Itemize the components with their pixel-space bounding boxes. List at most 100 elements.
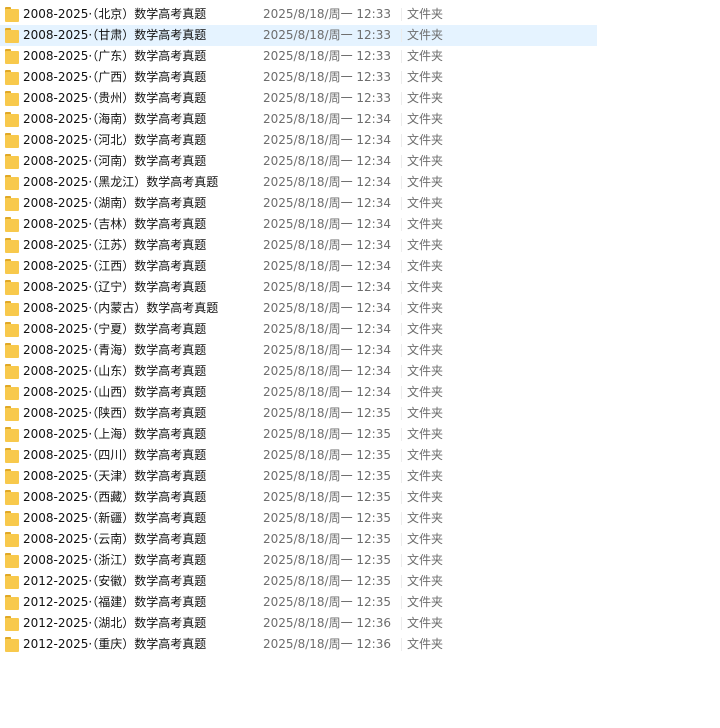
folder-row[interactable]: 2008-2025·（山西）数学高考真题 2025/8/18/周一 12:34 文件… (0, 382, 597, 403)
folder-row[interactable]: 2008-2025·（湖南）数学高考真题 2025/8/18/周一 12:34 文件… (0, 193, 597, 214)
folder-name[interactable]: 2008-2025·（西藏）数学高考真题 (23, 487, 206, 508)
folder-row[interactable]: 2008-2025·（新疆）数学高考真题 2025/8/18/周一 12:35 文件… (0, 508, 597, 529)
folder-icon (5, 154, 19, 169)
modified-date: 2025/8/18/周一 12:35 (263, 574, 391, 588)
folder-name[interactable]: 2012-2025·（安徽）数学高考真题 (23, 571, 206, 592)
folder-row[interactable]: 2008-2025·（四川）数学高考真题 2025/8/18/周一 12:35 文件… (0, 445, 597, 466)
folder-row[interactable]: 2008-2025·（北京）数学高考真题 2025/8/18/周一 12:33 文件… (0, 4, 597, 25)
folder-name[interactable]: 2008-2025·（青海）数学高考真题 (23, 340, 206, 361)
folder-name[interactable]: 2008-2025·（贵州）数学高考真题 (23, 88, 206, 109)
file-type: 文件夹 (407, 91, 444, 105)
folder-name[interactable]: 2008-2025·（四川）数学高考真题 (23, 445, 206, 466)
file-type: 文件夹 (407, 133, 444, 147)
folder-name[interactable]: 2008-2025·（宁夏）数学高考真题 (23, 319, 206, 340)
file-type: 文件夹 (407, 196, 444, 210)
folder-row[interactable]: 2008-2025·（陕西）数学高考真题 2025/8/18/周一 12:35 文件… (0, 403, 597, 424)
column-divider (401, 218, 402, 231)
column-divider (401, 386, 402, 399)
folder-name[interactable]: 2008-2025·（陕西）数学高考真题 (23, 403, 206, 424)
folder-name[interactable]: 2008-2025·（江苏）数学高考真题 (23, 235, 206, 256)
folder-row[interactable]: 2008-2025·（西藏）数学高考真题 2025/8/18/周一 12:35 文件… (0, 487, 597, 508)
folder-name[interactable]: 2008-2025·（广西）数学高考真题 (23, 67, 206, 88)
folder-name[interactable]: 2008-2025·（浙江）数学高考真题 (23, 550, 206, 571)
modified-date: 2025/8/18/周一 12:34 (263, 301, 391, 315)
folder-name[interactable]: 2008-2025·（山西）数学高考真题 (23, 382, 206, 403)
modified-date: 2025/8/18/周一 12:33 (263, 28, 391, 42)
modified-date: 2025/8/18/周一 12:35 (263, 532, 391, 546)
folder-name[interactable]: 2008-2025·（辽宁）数学高考真题 (23, 277, 206, 298)
folder-name[interactable]: 2008-2025·（北京）数学高考真题 (23, 4, 206, 25)
folder-row[interactable]: 2008-2025·（黑龙江）数学高考真题 2025/8/18/周一 12:34 文… (0, 172, 597, 193)
folder-name[interactable]: 2008-2025·（吉林）数学高考真题 (23, 214, 206, 235)
column-divider (401, 554, 402, 567)
folder-icon (5, 364, 19, 379)
folder-name[interactable]: 2008-2025·（湖南）数学高考真题 (23, 193, 206, 214)
folder-icon (5, 217, 19, 232)
modified-date: 2025/8/18/周一 12:35 (263, 469, 391, 483)
folder-row[interactable]: 2008-2025·（江西）数学高考真题 2025/8/18/周一 12:34 文件… (0, 256, 597, 277)
column-divider (401, 302, 402, 315)
file-type: 文件夹 (407, 7, 444, 21)
folder-icon (5, 70, 19, 85)
folder-name[interactable]: 2008-2025·（河南）数学高考真题 (23, 151, 206, 172)
modified-date: 2025/8/18/周一 12:34 (263, 259, 391, 273)
folder-row[interactable]: 2008-2025·（广西）数学高考真题 2025/8/18/周一 12:33 文件… (0, 67, 597, 88)
modified-date: 2025/8/18/周一 12:34 (263, 280, 391, 294)
file-type: 文件夹 (407, 511, 444, 525)
folder-row[interactable]: 2008-2025·（吉林）数学高考真题 2025/8/18/周一 12:34 文件… (0, 214, 597, 235)
folder-row[interactable]: 2008-2025·（内蒙古）数学高考真题 2025/8/18/周一 12:34 文… (0, 298, 597, 319)
folder-row[interactable]: 2008-2025·（上海）数学高考真题 2025/8/18/周一 12:35 文件… (0, 424, 597, 445)
folder-row[interactable]: 2008-2025·（宁夏）数学高考真题 2025/8/18/周一 12:34 文件… (0, 319, 597, 340)
folder-row[interactable]: 2008-2025·（浙江）数学高考真题 2025/8/18/周一 12:35 文件… (0, 550, 597, 571)
file-type: 文件夹 (407, 469, 444, 483)
folder-name[interactable]: 2008-2025·（广东）数学高考真题 (23, 46, 206, 67)
folder-icon (5, 238, 19, 253)
folder-name[interactable]: 2012-2025·（重庆）数学高考真题 (23, 634, 206, 655)
folder-row[interactable]: 2012-2025·（重庆）数学高考真题 2025/8/18/周一 12:36 文件… (0, 634, 597, 655)
folder-row[interactable]: 2008-2025·（青海）数学高考真题 2025/8/18/周一 12:34 文件… (0, 340, 597, 361)
folder-name[interactable]: 2008-2025·（上海）数学高考真题 (23, 424, 206, 445)
folder-row[interactable]: 2008-2025·（贵州）数学高考真题 2025/8/18/周一 12:33 文件… (0, 88, 597, 109)
folder-row[interactable]: 2012-2025·（湖北）数学高考真题 2025/8/18/周一 12:36 文件… (0, 613, 597, 634)
folder-row[interactable]: 2008-2025·（山东）数学高考真题 2025/8/18/周一 12:34 文件… (0, 361, 597, 382)
modified-date: 2025/8/18/周一 12:34 (263, 343, 391, 357)
file-type: 文件夹 (407, 553, 444, 567)
column-divider (401, 29, 402, 42)
folder-name[interactable]: 2012-2025·（湖北）数学高考真题 (23, 613, 206, 634)
folder-row[interactable]: 2008-2025·（天津）数学高考真题 2025/8/18/周一 12:35 文件… (0, 466, 597, 487)
folder-name[interactable]: 2008-2025·（内蒙古）数学高考真题 (23, 298, 218, 319)
folder-row[interactable]: 2012-2025·（福建）数学高考真题 2025/8/18/周一 12:35 文件… (0, 592, 597, 613)
file-type: 文件夹 (407, 217, 444, 231)
column-divider (401, 239, 402, 252)
file-type: 文件夹 (407, 112, 444, 126)
folder-name[interactable]: 2008-2025·（天津）数学高考真题 (23, 466, 206, 487)
column-divider (401, 134, 402, 147)
modified-date: 2025/8/18/周一 12:34 (263, 238, 391, 252)
folder-row[interactable]: 2008-2025·（河北）数学高考真题 2025/8/18/周一 12:34 文件… (0, 130, 597, 151)
folder-name[interactable]: 2008-2025·（新疆）数学高考真题 (23, 508, 206, 529)
column-divider (401, 617, 402, 630)
folder-row[interactable]: 2012-2025·（安徽）数学高考真题 2025/8/18/周一 12:35 文件… (0, 571, 597, 592)
folder-icon (5, 511, 19, 526)
folder-row[interactable]: 2008-2025·（河南）数学高考真题 2025/8/18/周一 12:34 文件… (0, 151, 597, 172)
folder-row[interactable]: 2008-2025·（甘肃）数学高考真题 2025/8/18/周一 12:33 文件… (0, 25, 597, 46)
folder-row[interactable]: 2008-2025·（海南）数学高考真题 2025/8/18/周一 12:34 文件… (0, 109, 597, 130)
folder-row[interactable]: 2008-2025·（江苏）数学高考真题 2025/8/18/周一 12:34 文件… (0, 235, 597, 256)
folder-name[interactable]: 2008-2025·（山东）数学高考真题 (23, 361, 206, 382)
folder-name[interactable]: 2008-2025·（甘肃）数学高考真题 (23, 25, 206, 46)
file-type: 文件夹 (407, 490, 444, 504)
folder-row[interactable]: 2008-2025·（广东）数学高考真题 2025/8/18/周一 12:33 文件… (0, 46, 597, 67)
folder-row[interactable]: 2008-2025·（云南）数学高考真题 2025/8/18/周一 12:35 文件… (0, 529, 597, 550)
folder-icon (5, 490, 19, 505)
folder-name[interactable]: 2008-2025·（云南）数学高考真题 (23, 529, 206, 550)
folder-name[interactable]: 2008-2025·（江西）数学高考真题 (23, 256, 206, 277)
column-divider (401, 113, 402, 126)
column-divider (401, 8, 402, 21)
file-type: 文件夹 (407, 616, 444, 630)
column-divider (401, 449, 402, 462)
folder-name[interactable]: 2008-2025·（海南）数学高考真题 (23, 109, 206, 130)
folder-name[interactable]: 2008-2025·（黑龙江）数学高考真题 (23, 172, 218, 193)
folder-name[interactable]: 2008-2025·（河北）数学高考真题 (23, 130, 206, 151)
folder-name[interactable]: 2012-2025·（福建）数学高考真题 (23, 592, 206, 613)
folder-row[interactable]: 2008-2025·（辽宁）数学高考真题 2025/8/18/周一 12:34 文件… (0, 277, 597, 298)
